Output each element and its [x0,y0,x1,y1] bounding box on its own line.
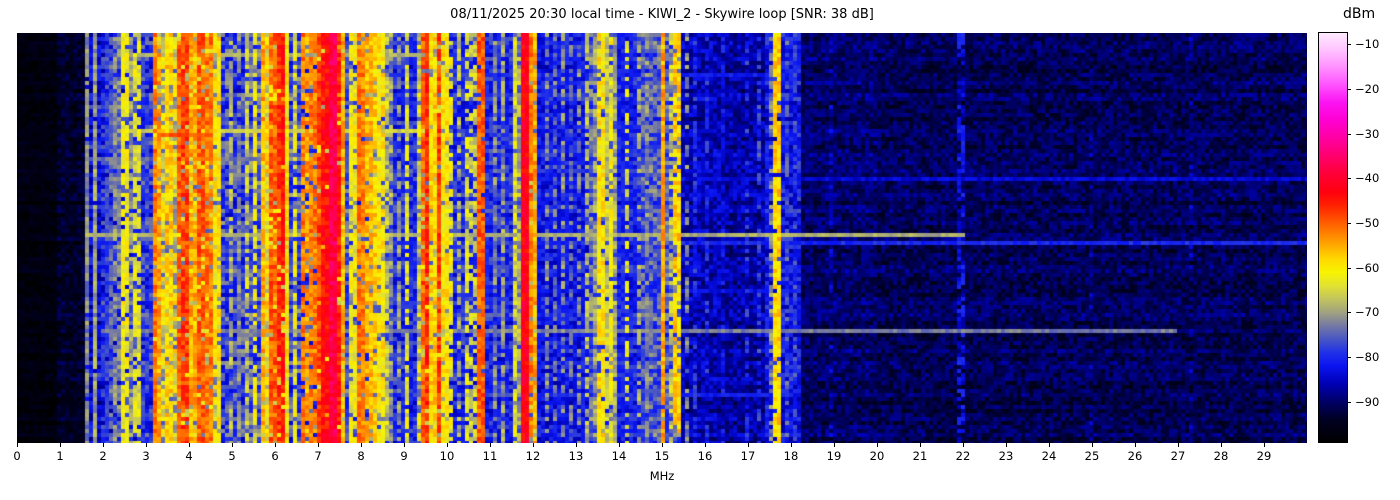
x-tick-label: 0 [13,449,21,463]
x-tick [1006,443,1007,447]
colorbar-gradient [1318,32,1348,443]
x-tick-label: 29 [1256,449,1272,463]
colorbar-label: dBm [1343,6,1376,22]
colorbar-tick [1347,401,1351,403]
x-tick [1135,443,1136,447]
colorbar-tick-label: −90 [1355,394,1380,409]
x-tick-label: 24 [1041,449,1057,463]
colorbar-tick-label: −50 [1355,215,1380,230]
x-tick-label: 4 [185,449,193,463]
spectrogram-plot [17,33,1307,443]
colorbar-tick [1347,267,1351,269]
x-tick [748,443,749,447]
x-tick [17,443,18,447]
colorbar-tick-label: −10 [1355,37,1380,52]
x-tick-label: 28 [1213,449,1229,463]
x-tick-label: 21 [912,449,928,463]
colorbar-tick [1347,178,1351,180]
x-tick-label: 11 [482,449,498,463]
x-tick-label: 16 [697,449,713,463]
x-tick [275,443,276,447]
x-tick [404,443,405,447]
x-tick [834,443,835,447]
x-tick-label: 8 [357,449,365,463]
x-tick [877,443,878,447]
x-tick-label: 12 [525,449,541,463]
x-tick-label: 20 [869,449,885,463]
x-tick [1092,443,1093,447]
spectrogram-canvas [17,33,1307,443]
x-tick [1264,443,1265,447]
colorbar-tick-label: −60 [1355,260,1380,275]
x-tick-label: 2 [99,449,107,463]
x-tick [533,443,534,447]
x-tick [619,443,620,447]
x-tick-label: 7 [314,449,322,463]
colorbar-tick [1347,222,1351,224]
x-tick-label: 6 [271,449,279,463]
x-tick [963,443,964,447]
x-tick [60,443,61,447]
colorbar-tick-label: −20 [1355,81,1380,96]
x-tick-label: 3 [142,449,150,463]
x-tick-label: 14 [611,449,627,463]
x-tick-label: 17 [740,449,756,463]
x-axis-label: MHz [649,469,675,483]
x-tick [146,443,147,447]
x-tick [318,443,319,447]
x-tick-label: 25 [1084,449,1100,463]
x-tick [1049,443,1050,447]
x-tick [1178,443,1179,447]
x-tick [189,443,190,447]
x-tick-label: 10 [439,449,455,463]
x-tick-label: 19 [826,449,842,463]
x-tick-label: 1 [56,449,64,463]
x-tick [920,443,921,447]
x-tick-label: 26 [1127,449,1143,463]
x-tick-label: 5 [228,449,236,463]
colorbar-tick-label: −40 [1355,171,1380,186]
colorbar-tick [1347,312,1351,314]
x-tick-label: 22 [955,449,971,463]
x-tick-label: 13 [568,449,584,463]
colorbar-tick-label: −70 [1355,305,1380,320]
x-tick [791,443,792,447]
figure-root: 08/11/2025 20:30 local time - KIWI_2 - S… [0,0,1400,500]
x-tick [662,443,663,447]
colorbar-tick [1347,88,1351,90]
x-tick [232,443,233,447]
x-tick-label: 15 [654,449,670,463]
x-tick-label: 27 [1170,449,1186,463]
x-tick [705,443,706,447]
colorbar-tick-label: −80 [1355,350,1380,365]
colorbar-tick [1347,133,1351,135]
colorbar-tick [1347,357,1351,359]
x-tick [361,443,362,447]
x-tick-label: 23 [998,449,1014,463]
chart-title: 08/11/2025 20:30 local time - KIWI_2 - S… [450,7,874,22]
x-tick-label: 18 [783,449,799,463]
colorbar-tick-label: −30 [1355,126,1380,141]
x-tick [447,443,448,447]
x-tick [103,443,104,447]
x-tick [490,443,491,447]
colorbar-tick [1347,44,1351,46]
x-tick [576,443,577,447]
x-tick [1221,443,1222,447]
x-tick-label: 9 [400,449,408,463]
